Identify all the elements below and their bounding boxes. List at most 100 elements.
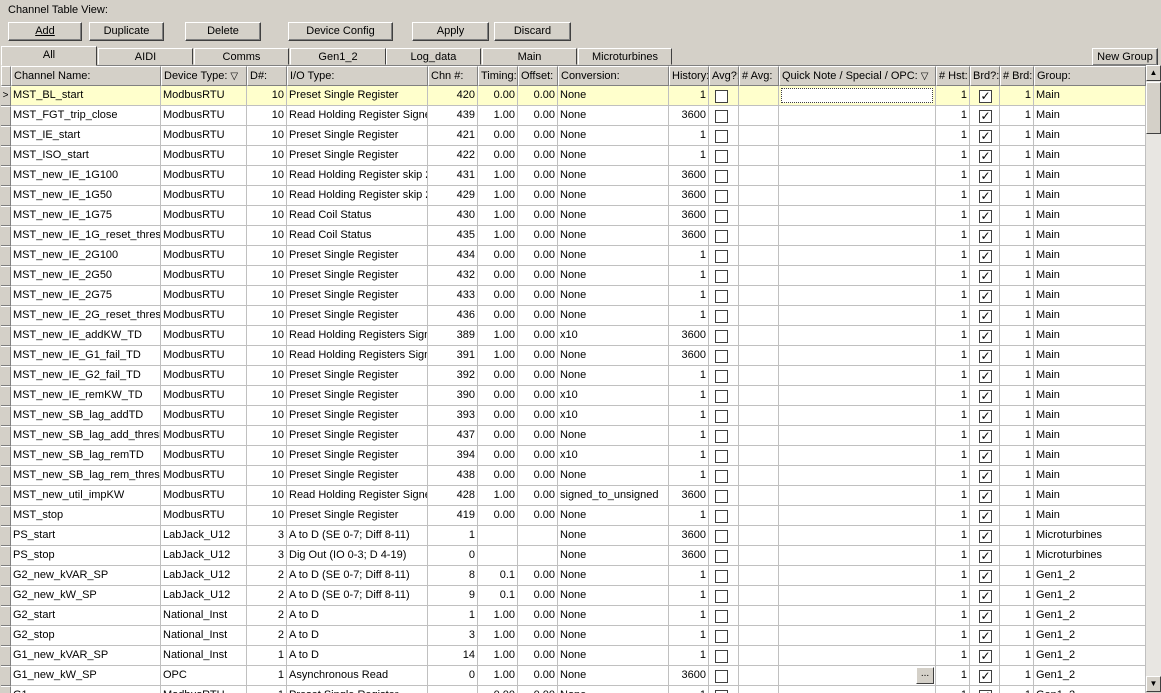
row-selector[interactable]	[1, 126, 11, 146]
cell-device-type[interactable]: ModbusRTU	[161, 426, 247, 446]
cell-channel-name[interactable]: MST_new_IE_2G100	[11, 246, 161, 266]
cell-device-type[interactable]: ModbusRTU	[161, 86, 247, 106]
avg-checkbox-cell[interactable]	[709, 626, 739, 646]
row-selector[interactable]	[1, 286, 11, 306]
cell-d[interactable]: 2	[247, 566, 287, 586]
cell-device-type[interactable]: LabJack_U12	[161, 586, 247, 606]
column-header-avg[interactable]: # Avg:	[739, 66, 779, 86]
cell-conversion[interactable]: None	[558, 566, 669, 586]
cell-channel-name[interactable]: MST_BL_start	[11, 86, 161, 106]
brd-checkbox-cell[interactable]: ✓	[970, 386, 1000, 406]
cell-timing[interactable]: 0.00	[478, 86, 518, 106]
avg-checkbox-cell[interactable]	[709, 326, 739, 346]
cell-avg[interactable]	[739, 346, 779, 366]
table-row[interactable]: MST_new_SB_lag_addTD ModbusRTU 10 Preset Si…	[1, 406, 1146, 426]
cell-timing[interactable]: 1.00	[478, 346, 518, 366]
cell-i-o-type[interactable]: Preset Single Register	[287, 446, 428, 466]
avg-checkbox[interactable]	[715, 290, 728, 303]
brd-checkbox[interactable]: ✓	[979, 170, 992, 183]
quick-note-cell[interactable]: ...	[779, 666, 936, 686]
cell-hst[interactable]: 1	[936, 86, 970, 106]
cell-chn[interactable]: 3	[428, 626, 478, 646]
cell-chn[interactable]: 436	[428, 306, 478, 326]
cell-channel-name[interactable]: MST_new_IE_remKW_TD	[11, 386, 161, 406]
cell-d[interactable]: 10	[247, 86, 287, 106]
cell-chn[interactable]: 422	[428, 146, 478, 166]
cell-group[interactable]: Main	[1034, 406, 1146, 426]
brd-checkbox-cell[interactable]: ✓	[970, 626, 1000, 646]
cell-conversion[interactable]: None	[558, 346, 669, 366]
cell-hst[interactable]: 1	[936, 586, 970, 606]
cell-d[interactable]: 1	[247, 646, 287, 666]
cell-brd[interactable]: 1	[1000, 566, 1034, 586]
cell-i-o-type[interactable]: Read Holding Registers Signed	[287, 346, 428, 366]
table-row[interactable]: MST_new_IE_G2_fail_TD ModbusRTU 10 Preset S…	[1, 366, 1146, 386]
cell-timing[interactable]: 1.00	[478, 186, 518, 206]
row-selector[interactable]: >	[1, 86, 11, 106]
cell-offset[interactable]: 0.00	[518, 306, 558, 326]
brd-checkbox-cell[interactable]: ✓	[970, 486, 1000, 506]
row-selector[interactable]	[1, 406, 11, 426]
cell-conversion[interactable]: None	[558, 206, 669, 226]
cell-timing[interactable]: 1.00	[478, 486, 518, 506]
row-selector[interactable]	[1, 426, 11, 446]
avg-checkbox[interactable]	[715, 270, 728, 283]
cell-brd[interactable]: 1	[1000, 386, 1034, 406]
cell-d[interactable]: 10	[247, 326, 287, 346]
brd-checkbox-cell[interactable]: ✓	[970, 586, 1000, 606]
cell-history[interactable]: 1	[669, 126, 709, 146]
cell-d[interactable]: 10	[247, 266, 287, 286]
cell-brd[interactable]: 1	[1000, 126, 1034, 146]
cell-avg[interactable]	[739, 326, 779, 346]
row-selector[interactable]	[1, 146, 11, 166]
cell-history[interactable]: 3600	[669, 226, 709, 246]
cell-offset[interactable]: 0.00	[518, 166, 558, 186]
avg-checkbox-cell[interactable]	[709, 466, 739, 486]
cell-d[interactable]: 10	[247, 486, 287, 506]
cell-offset[interactable]: 0.00	[518, 86, 558, 106]
table-row[interactable]: MST_new_SB_lag_remTD ModbusRTU 10 Preset Si…	[1, 446, 1146, 466]
tab-microturbines[interactable]: Microturbines	[578, 48, 672, 65]
cell-conversion[interactable]: None	[558, 226, 669, 246]
cell-chn[interactable]: 390	[428, 386, 478, 406]
quick-note-cell[interactable]	[779, 566, 936, 586]
cell-d[interactable]: 10	[247, 206, 287, 226]
cell-chn[interactable]: 431	[428, 166, 478, 186]
cell-brd[interactable]: 1	[1000, 346, 1034, 366]
cell-hst[interactable]: 1	[936, 226, 970, 246]
cell-i-o-type[interactable]: Read Coil Status	[287, 226, 428, 246]
cell-channel-name[interactable]: MST_new_util_impKW	[11, 486, 161, 506]
cell-chn[interactable]: 437	[428, 426, 478, 446]
table-row[interactable]: MST_new_IE_addKW_TD ModbusRTU 10 Read Holdi…	[1, 326, 1146, 346]
cell-history[interactable]: 3600	[669, 166, 709, 186]
avg-checkbox[interactable]	[715, 670, 728, 683]
cell-device-type[interactable]: National_Inst	[161, 606, 247, 626]
table-row[interactable]: G2_stop National_Inst 2 A to D 3 1.00 0.00 None…	[1, 626, 1146, 646]
table-row[interactable]: MST_new_IE_2G75 ModbusRTU 10 Preset Single …	[1, 286, 1146, 306]
avg-checkbox[interactable]	[715, 650, 728, 663]
cell-timing[interactable]: 0.00	[478, 466, 518, 486]
row-selector[interactable]	[1, 206, 11, 226]
quick-note-cell[interactable]	[779, 366, 936, 386]
cell-device-type[interactable]: ModbusRTU	[161, 166, 247, 186]
discard-button[interactable]: Discard	[494, 22, 571, 41]
cell-device-type[interactable]: ModbusRTU	[161, 346, 247, 366]
cell-history[interactable]: 1	[669, 286, 709, 306]
cell-history[interactable]: 1	[669, 246, 709, 266]
cell-avg[interactable]	[739, 566, 779, 586]
cell-timing[interactable]: 0.00	[478, 406, 518, 426]
table-row[interactable]: MST_new_IE_1G100 ModbusRTU 10 Read Holding …	[1, 166, 1146, 186]
cell-offset[interactable]: 0.00	[518, 186, 558, 206]
cell-avg[interactable]	[739, 486, 779, 506]
cell-device-type[interactable]: National_Inst	[161, 626, 247, 646]
cell-channel-name[interactable]: MST_new_IE_2G50	[11, 266, 161, 286]
cell-timing[interactable]: 1.00	[478, 646, 518, 666]
cell-i-o-type[interactable]: Preset Single Register	[287, 126, 428, 146]
cell-chn[interactable]: 428	[428, 486, 478, 506]
brd-checkbox-cell[interactable]: ✓	[970, 86, 1000, 106]
cell-timing[interactable]	[478, 526, 518, 546]
cell-brd[interactable]: 1	[1000, 506, 1034, 526]
cell-timing[interactable]: 0.00	[478, 506, 518, 526]
brd-checkbox[interactable]: ✓	[979, 290, 992, 303]
brd-checkbox[interactable]: ✓	[979, 370, 992, 383]
